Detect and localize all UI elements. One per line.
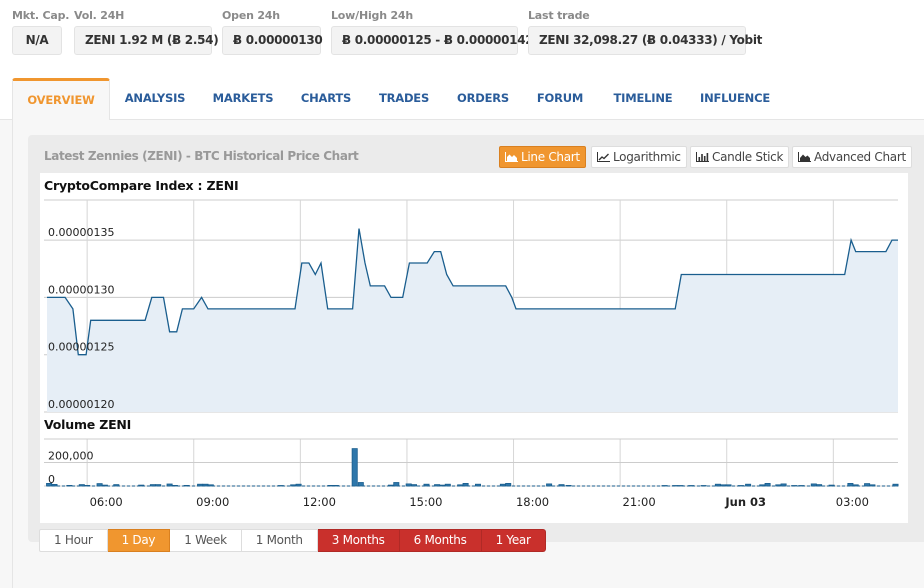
price-y-tick-label: 0.00000125 xyxy=(48,341,114,354)
volume-y-tick-label: 200,000 xyxy=(48,450,94,463)
volume-bar xyxy=(78,484,85,487)
range-1-day[interactable]: 1 Day xyxy=(107,529,171,552)
x-tick-label: 12:00 xyxy=(303,495,336,509)
range-1-month[interactable]: 1 Month xyxy=(241,529,318,552)
volume-bar xyxy=(474,483,481,487)
volume-bar xyxy=(202,483,209,487)
volume-bar xyxy=(113,484,120,487)
time-range-selector: 1 Hour 1 Day 1 Week 1 Month 3 Months 6 M… xyxy=(39,529,546,552)
volume-bar xyxy=(444,483,451,487)
volume-bar xyxy=(816,484,823,487)
volume-bar xyxy=(166,483,173,487)
volume-bar xyxy=(661,485,668,487)
volume-bar xyxy=(387,484,394,487)
volume-bar xyxy=(423,483,430,487)
volume-bar xyxy=(864,483,871,487)
volume-bar xyxy=(737,485,744,487)
price-area xyxy=(47,228,898,412)
volume-bar xyxy=(277,485,284,487)
price-series xyxy=(47,228,898,412)
volume-bar xyxy=(295,483,302,487)
range-6-months[interactable]: 6 Months xyxy=(399,529,482,552)
price-y-tick-label: 0.00000130 xyxy=(48,283,114,296)
volume-bar xyxy=(197,483,204,487)
volume-bar xyxy=(434,484,441,487)
x-tick-label: 18:00 xyxy=(516,495,549,509)
price-y-tick-label: 0.00000135 xyxy=(48,226,114,239)
volume-bar xyxy=(499,483,506,487)
volume-bar xyxy=(84,484,91,487)
volume-bar xyxy=(462,482,469,487)
range-1-week[interactable]: 1 Week xyxy=(170,529,242,552)
volume-bar xyxy=(677,485,684,487)
x-axis-labels: 06:00 09:00 12:00 15:00 18:00 21:00 Jun 03 03:0… xyxy=(90,495,869,509)
volume-bar xyxy=(357,482,364,487)
volume-bar xyxy=(183,484,190,487)
x-tick-label: 03:00 xyxy=(836,495,869,509)
volume-bar xyxy=(810,483,817,487)
volume-bar xyxy=(207,484,214,487)
volume-bar xyxy=(745,483,752,487)
volume-bar xyxy=(290,484,297,487)
volume-bar xyxy=(672,485,679,487)
range-3-months[interactable]: 3 Months xyxy=(317,529,400,552)
x-tick-label: Jun 03 xyxy=(724,495,766,509)
volume-bar xyxy=(852,484,859,487)
volume-bar xyxy=(51,483,58,487)
volume-bar xyxy=(780,483,787,487)
volume-bar xyxy=(393,482,400,487)
volume-bar xyxy=(138,484,145,487)
volume-bar xyxy=(327,484,334,487)
volume-bar xyxy=(558,484,565,487)
volume-bar xyxy=(714,483,721,487)
volume-bar xyxy=(96,483,103,487)
volume-bar xyxy=(565,484,572,487)
range-1-year[interactable]: 1 Year xyxy=(481,529,546,552)
volume-bar xyxy=(101,484,108,487)
volume-bar xyxy=(457,484,464,487)
volume-bar xyxy=(546,483,553,487)
volume-bar xyxy=(688,485,695,487)
volume-bar xyxy=(847,482,854,487)
volume-bar xyxy=(764,482,771,487)
price-volume-chart[interactable]: 0.00000120 0.00000125 0.00000130 0.00000135… xyxy=(0,0,924,588)
volume-series xyxy=(46,448,899,487)
price-y-tick-label: 0.00000120 xyxy=(48,398,114,411)
volume-bar xyxy=(439,484,446,487)
volume-bar xyxy=(405,483,412,487)
range-1-hour[interactable]: 1 Hour xyxy=(39,529,108,552)
volume-bar xyxy=(66,484,73,487)
x-tick-label: 06:00 xyxy=(90,495,123,509)
x-tick-label: 09:00 xyxy=(196,495,229,509)
volume-bar xyxy=(791,485,798,487)
volume-bar xyxy=(505,482,512,487)
volume-bar xyxy=(700,485,707,487)
volume-bar xyxy=(410,484,417,487)
volume-bar xyxy=(46,482,53,487)
volume-bar xyxy=(828,484,835,487)
volume-bar xyxy=(149,484,156,487)
volume-bar xyxy=(171,484,178,487)
volume-bar xyxy=(155,484,162,487)
volume-bar xyxy=(759,484,766,487)
volume-bar xyxy=(351,448,358,487)
volume-bar xyxy=(892,483,899,487)
volume-bar xyxy=(720,484,727,487)
volume-bar xyxy=(798,485,805,487)
volume-bar xyxy=(332,484,339,487)
volume-bar xyxy=(725,484,732,487)
volume-bar xyxy=(869,484,876,487)
x-tick-label: 15:00 xyxy=(409,495,442,509)
x-tick-label: 21:00 xyxy=(623,495,656,509)
volume-bar xyxy=(775,484,782,487)
